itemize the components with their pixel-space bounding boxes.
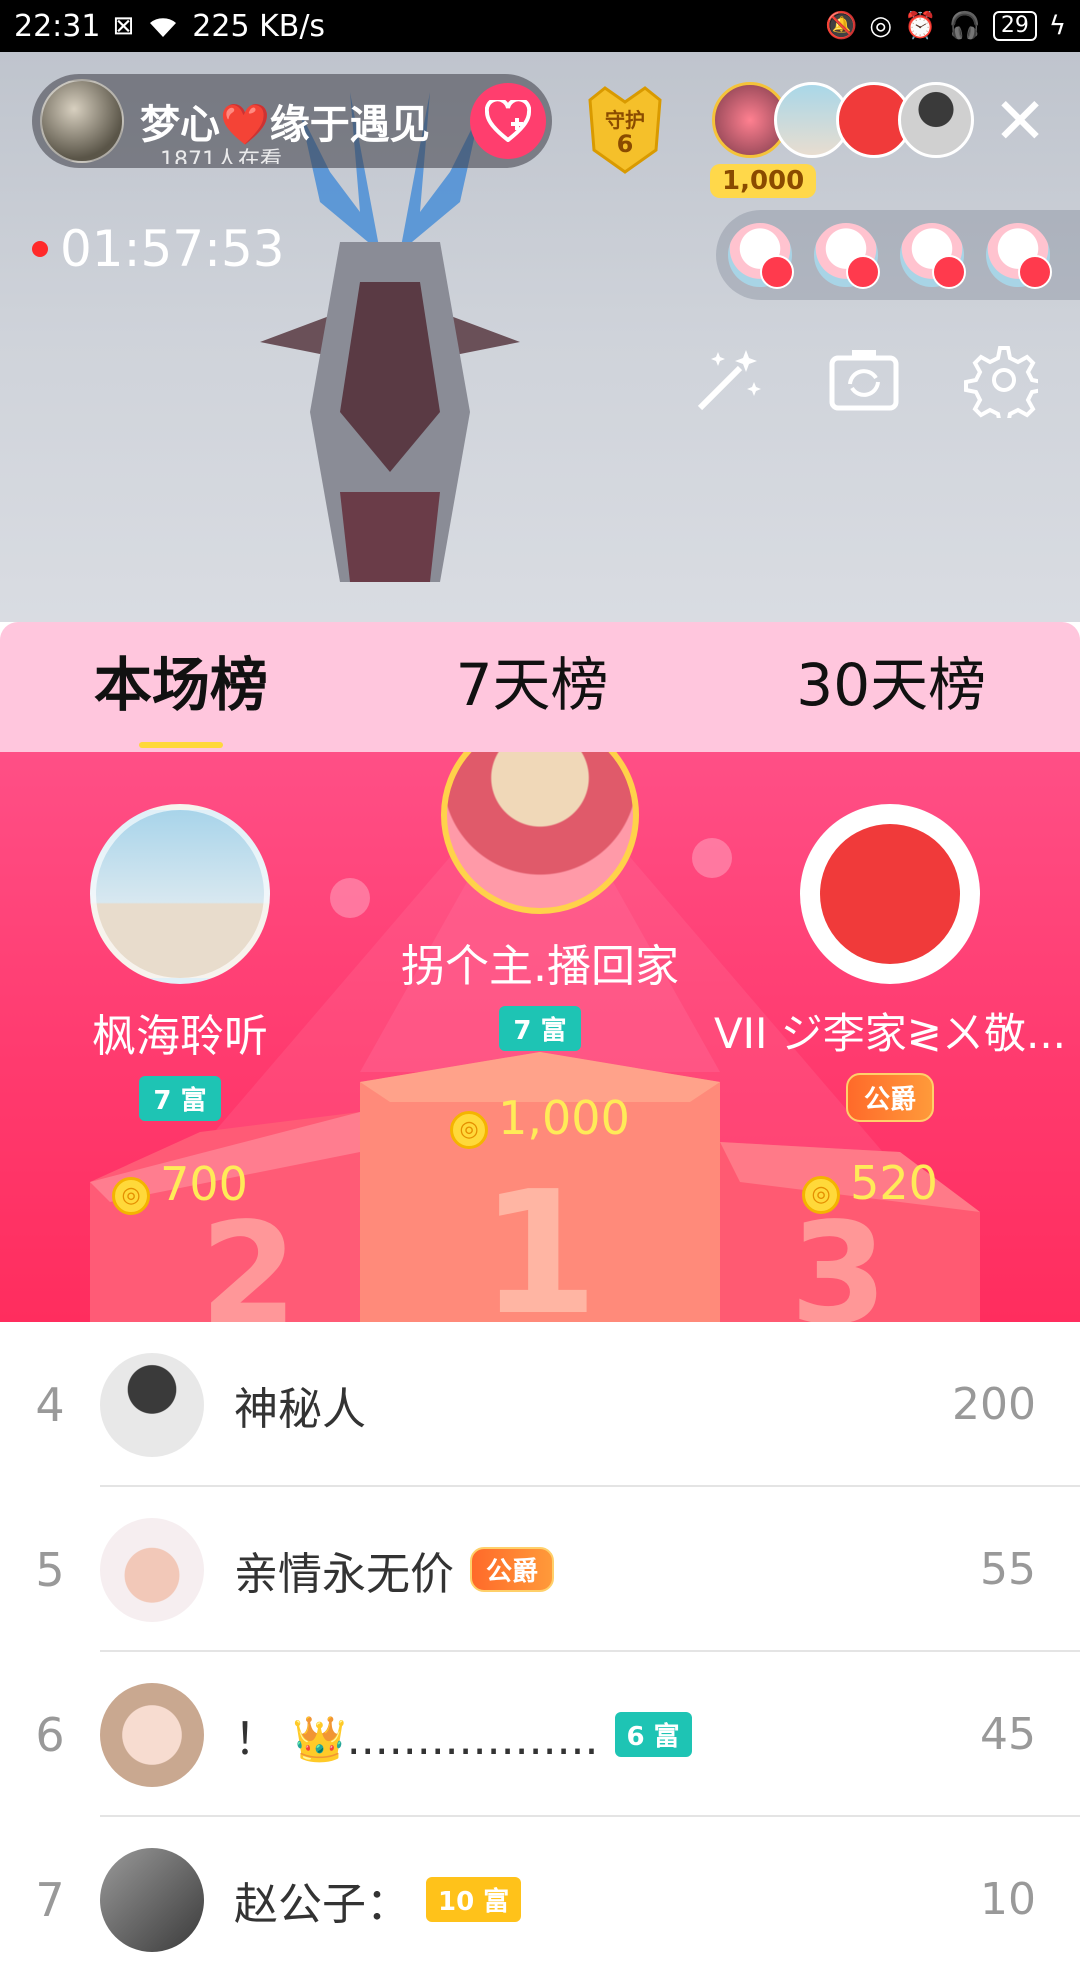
rank-second[interactable]: 枫海聆听 7 富 ◎ 700 (40, 804, 320, 1215)
list-name: 赵公子： (234, 1878, 410, 1930)
list-score: 200 (952, 1379, 1036, 1430)
first-score: ◎ 1,000 (380, 1091, 700, 1149)
tab-label: 30天榜 (796, 651, 987, 719)
settings-gear-icon[interactable] (962, 342, 1038, 418)
charging-icon: ϟ (1048, 11, 1066, 41)
beauty-wand-icon[interactable] (690, 342, 766, 418)
recording-dot-icon (32, 241, 48, 257)
status-time: 22:31 (14, 8, 101, 44)
live-tools (690, 342, 1038, 418)
alarm-icon: ⏰ (904, 11, 937, 41)
seat-icon[interactable] (814, 223, 880, 289)
user-avatar[interactable] (100, 1847, 204, 1952)
list-score: 55 (980, 1544, 1036, 1595)
top-viewers[interactable] (712, 82, 974, 158)
rich-badge: 6 富 (614, 1712, 692, 1757)
wifi-icon (146, 13, 180, 39)
mystery-user-avatar[interactable] (100, 1352, 204, 1457)
list-rank: 6 (35, 1707, 65, 1762)
guard-label: 守护 (605, 108, 645, 132)
viewer-count-badge: 1,000 (710, 164, 817, 198)
list-item[interactable]: 4 神秘人 200 (0, 1322, 1080, 1487)
mute-bell-icon: 🔕 (825, 11, 858, 41)
duke-badge: 公爵 (470, 1547, 555, 1592)
tab-label: 本场榜 (93, 651, 268, 719)
third-score: ◎ 520 (660, 1156, 1080, 1214)
seat-icon[interactable] (986, 223, 1052, 289)
svg-text:1: 1 (480, 1155, 598, 1322)
list-name: 神秘人 (234, 1383, 366, 1435)
second-name: 枫海聆听 (92, 1011, 268, 1062)
list-item[interactable]: 5 亲情永无价 公爵 55 (0, 1487, 1080, 1652)
list-name-wrap: 赵公子： 10 富 (234, 1868, 522, 1932)
rank-third[interactable]: VII ジ李家≷ㄨ敬... 公爵 ◎ 520 (700, 804, 1080, 1214)
tab-current-session[interactable]: 本场榜 (93, 638, 268, 748)
switch-camera-icon[interactable] (826, 342, 902, 418)
list-name-wrap: 神秘人 (234, 1373, 366, 1437)
follow-heart-button[interactable] (470, 83, 546, 159)
tab-7-days[interactable]: 7天榜 (456, 638, 609, 736)
seat-icon[interactable] (900, 223, 966, 289)
third-name: VII ジ李家≷ㄨ敬... (713, 1009, 1067, 1058)
tab-active-underline (138, 742, 223, 748)
third-score-value: 520 (850, 1156, 938, 1210)
ranking-list[interactable]: 4 神秘人 200 5 亲情永无价 公爵 55 6 ！ 👑...........… (0, 1322, 1080, 1952)
list-name-wrap: 亲情永无价 公爵 (234, 1538, 555, 1602)
first-score-value: 1,000 (498, 1091, 630, 1145)
lock-rotation-icon: ◎ (869, 11, 893, 41)
seat-icon[interactable] (728, 223, 794, 289)
first-rich-badge: 7 富 (499, 1006, 581, 1051)
coin-icon: ◎ (450, 1110, 489, 1149)
tab-label: 7天榜 (455, 651, 609, 719)
second-avatar[interactable] (90, 804, 270, 984)
second-score: ◎ 700 (40, 1157, 320, 1215)
list-rank: 4 (35, 1377, 65, 1432)
network-speed: 225 KB/s (192, 8, 326, 44)
list-item[interactable]: 6 ！ 👑.................. 6 富 45 (0, 1652, 1080, 1817)
host-viewer-text: 1871人在看 (160, 148, 282, 164)
coin-icon: ◎ (112, 1176, 151, 1215)
coin-icon: ◎ (802, 1175, 841, 1214)
heart-plus-icon (485, 100, 531, 142)
tab-30-days[interactable]: 30天榜 (796, 638, 986, 736)
user-avatar[interactable] (100, 1517, 204, 1622)
list-item[interactable]: 7 赵公子： 10 富 10 (0, 1817, 1080, 1982)
live-video[interactable]: 梦心❤️缘于遇见 1871人在看 守护 6 1,000 ✕ 01:57:53 (0, 52, 1080, 622)
list-score: 45 (980, 1709, 1036, 1760)
viewer-avatar[interactable] (898, 82, 974, 158)
status-bar: 22:31 ⊠ 225 KB/s 🔕 ◎ ⏰ 🎧 29 ϟ (0, 0, 1080, 52)
guard-badge[interactable]: 守护 6 (580, 80, 670, 176)
podium-section: 2 1 3 拐个主.播回家 7 富 ◎ 1,000 枫海聆听 7 富 ◎ 700 V… (0, 752, 1080, 1322)
third-duke-badge: 公爵 (845, 1073, 934, 1122)
list-name-wrap: ！ 👑.................. 6 富 (234, 1703, 692, 1767)
first-avatar[interactable] (441, 752, 639, 914)
list-score: 10 (980, 1874, 1036, 1925)
rich-badge: 10 富 (426, 1877, 522, 1922)
second-rich-badge: 7 富 (139, 1076, 221, 1121)
headphones-icon: 🎧 (948, 11, 981, 41)
host-avatar[interactable] (40, 79, 124, 163)
rank-first[interactable]: 拐个主.播回家 7 富 ◎ 1,000 (380, 752, 700, 1149)
notification-icon: ⊠ (112, 11, 135, 41)
first-name: 拐个主.播回家 (401, 941, 679, 992)
timer-text: 01:57:53 (60, 220, 285, 278)
user-avatar[interactable] (100, 1682, 204, 1787)
leaderboard-tabs: 本场榜 7天榜 30天榜 (0, 622, 1080, 752)
battery-level: 29 (992, 11, 1037, 41)
guard-count: 6 (616, 130, 634, 158)
list-name: 亲情永无价 (234, 1548, 454, 1600)
second-score-value: 700 (160, 1157, 248, 1211)
wink-face-icon (820, 824, 960, 964)
third-avatar[interactable] (800, 804, 980, 984)
list-name: ！ 👑.................. (234, 1713, 599, 1765)
host-info[interactable]: 梦心❤️缘于遇见 1871人在看 (32, 74, 552, 168)
list-rank: 7 (35, 1872, 65, 1927)
live-timer: 01:57:53 (32, 220, 285, 278)
list-rank: 5 (35, 1542, 65, 1597)
mic-seats[interactable] (716, 210, 1080, 300)
close-button[interactable]: ✕ (990, 90, 1050, 154)
